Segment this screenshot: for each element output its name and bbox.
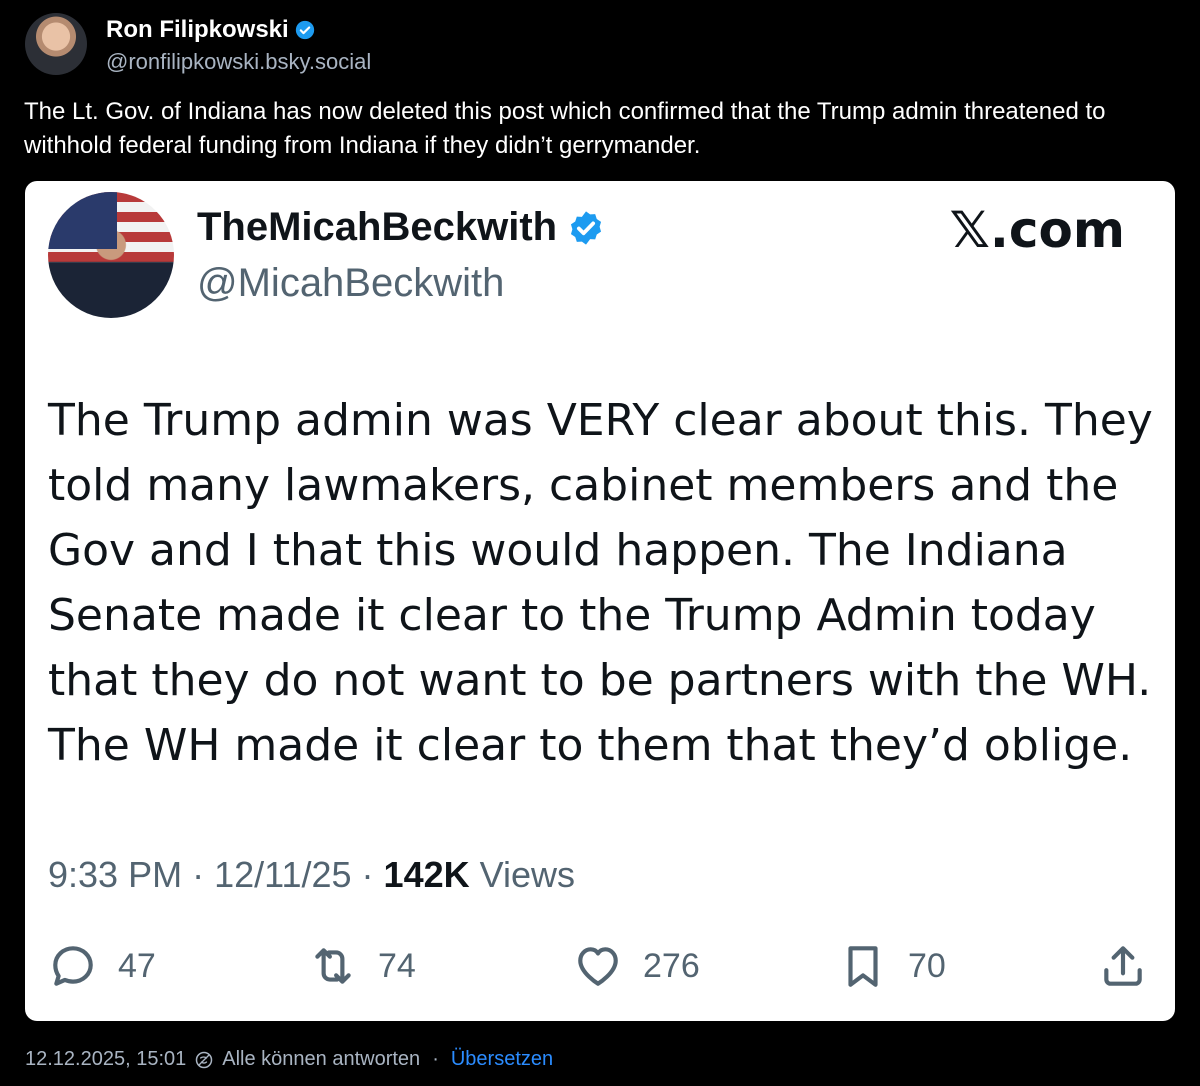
like-action: 276 bbox=[573, 941, 700, 991]
meta-separator: · bbox=[182, 854, 215, 895]
author-handle[interactable]: @ronfilipkowski.bsky.social bbox=[106, 49, 371, 75]
bookmark-action: 70 bbox=[838, 941, 946, 991]
x-brand-logo: 𝕏.com bbox=[949, 201, 1125, 259]
bookmark-count: 70 bbox=[908, 946, 946, 985]
share-action bbox=[1098, 941, 1148, 991]
translate-link[interactable]: Übersetzen bbox=[451, 1048, 553, 1071]
tweet-views-count: 142K bbox=[383, 854, 470, 895]
post-timestamp[interactable]: 12.12.2025, 15:01 bbox=[25, 1048, 186, 1071]
share-icon bbox=[1104, 946, 1142, 986]
embedded-tweet-screenshot: TheMicahBeckwith @MicahBeckwith 𝕏.com Th… bbox=[25, 181, 1175, 1021]
tweet-meta: 9:33 PM · 12/11/25 · 142K Views bbox=[48, 854, 575, 896]
verified-badge-icon bbox=[295, 20, 314, 40]
tweet-actions: 47 74 276 70 bbox=[48, 941, 1148, 997]
tweet-time: 9:33 PM bbox=[48, 854, 183, 895]
reply-action: 47 bbox=[48, 941, 156, 991]
reply-icon bbox=[53, 946, 93, 986]
tweet-author-name: TheMicahBeckwith bbox=[197, 205, 605, 250]
reply-count: 47 bbox=[118, 946, 156, 985]
tweet-author-name-text: TheMicahBeckwith bbox=[197, 205, 558, 249]
bookmark-icon bbox=[848, 946, 878, 987]
tweet-author-handle: @MicahBeckwith bbox=[197, 261, 505, 305]
author-name[interactable]: Ron Filipkowski bbox=[106, 16, 315, 44]
reply-setting-label[interactable]: Alle können antworten bbox=[222, 1048, 420, 1071]
author-avatar[interactable] bbox=[25, 13, 87, 75]
tweet-body: The Trump admin was VERY clear about thi… bbox=[48, 395, 1153, 771]
post-text: The Lt. Gov. of Indiana has now deleted … bbox=[24, 98, 1106, 159]
tweet-date: 12/11/25 bbox=[214, 854, 352, 895]
heart-icon bbox=[578, 947, 618, 986]
tweet-author-avatar bbox=[48, 192, 174, 318]
repost-icon bbox=[315, 948, 351, 984]
verified-badge-icon bbox=[571, 210, 602, 245]
post-footer: 12.12.2025, 15:01 Alle können antworten … bbox=[25, 1048, 553, 1071]
author-name-text: Ron Filipkowski bbox=[106, 16, 289, 43]
tweet-views-label: Views bbox=[469, 854, 575, 895]
repost-action: 74 bbox=[308, 941, 416, 991]
meta-separator: · bbox=[351, 854, 384, 895]
footer-separator: · bbox=[432, 1048, 439, 1070]
like-count: 276 bbox=[643, 946, 700, 985]
reply-setting-icon bbox=[196, 1051, 213, 1068]
repost-count: 74 bbox=[378, 946, 416, 985]
